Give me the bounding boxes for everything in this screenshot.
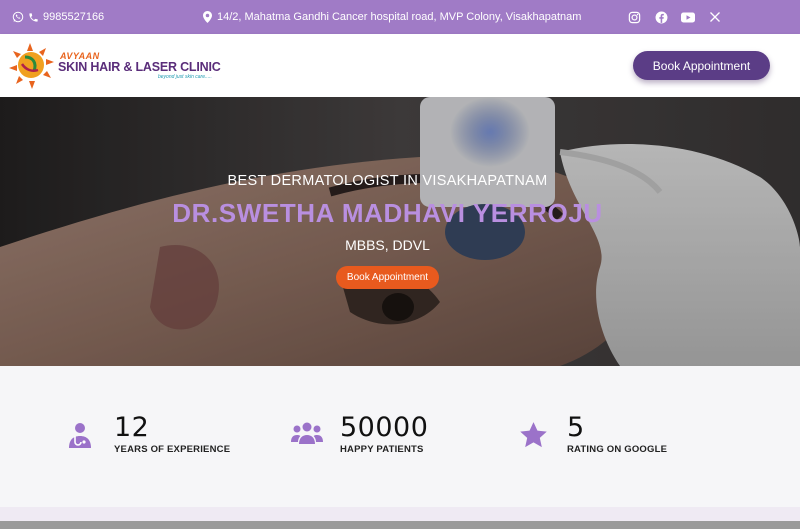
address-text: 14/2, Mahatma Gandhi Cancer hospital roa… xyxy=(217,11,582,23)
phone-contact[interactable]: 9985527166 xyxy=(12,0,104,34)
sun-logo-icon xyxy=(9,43,54,89)
phone-icon xyxy=(28,12,39,23)
stat-label: RATING ON GOOGLE xyxy=(567,444,668,455)
hero-eyebrow: BEST DERMATOLOGIST IN VISAKHAPATNAM xyxy=(227,173,548,189)
doctor-degree: MBBS, DDVL xyxy=(345,237,430,253)
star-icon xyxy=(520,422,547,453)
stat-number: 12 xyxy=(114,412,150,443)
logo-main-text: SKIN HAIR & LASER CLINIC xyxy=(58,60,221,74)
hero-book-appointment-button[interactable]: Book Appointment xyxy=(336,266,439,289)
hero-content: BEST DERMATOLOGIST IN VISAKHAPATNAM DR.S… xyxy=(0,97,800,366)
section-divider xyxy=(0,521,800,529)
stat-number: 5 xyxy=(567,412,585,443)
whatsapp-icon xyxy=(12,11,24,23)
x-icon[interactable] xyxy=(708,10,722,24)
stats-section: 12 YEARS OF EXPERIENCE 50000 HAPPY PATIE… xyxy=(0,366,800,507)
youtube-icon[interactable] xyxy=(681,10,695,24)
users-icon xyxy=(291,422,323,449)
site-header: AVYAAN SKIN HAIR & LASER CLINIC beyond j… xyxy=(0,34,800,97)
top-bar: 9985527166 14/2, Mahatma Gandhi Cancer h… xyxy=(0,0,800,34)
clinic-logo[interactable]: AVYAAN SKIN HAIR & LASER CLINIC beyond j… xyxy=(8,42,223,90)
facebook-icon[interactable] xyxy=(654,10,668,24)
location-pin-icon xyxy=(203,11,212,23)
stat-label: HAPPY PATIENTS xyxy=(340,444,424,455)
social-links xyxy=(627,0,722,34)
book-appointment-button[interactable]: Book Appointment xyxy=(633,51,770,80)
stat-number: 50000 xyxy=(340,412,429,443)
doctor-icon xyxy=(68,422,92,453)
doctor-name: DR.SWETHA MADHAVI YERROJU xyxy=(172,198,603,228)
stat-label: YEARS OF EXPERIENCE xyxy=(114,444,231,455)
hero-banner: BEST DERMATOLOGIST IN VISAKHAPATNAM DR.S… xyxy=(0,97,800,366)
next-section-preview xyxy=(0,507,800,529)
address: 14/2, Mahatma Gandhi Cancer hospital roa… xyxy=(203,0,581,34)
logo-tagline: beyond just skin care..... xyxy=(158,74,212,80)
instagram-icon[interactable] xyxy=(627,10,641,24)
phone-number[interactable]: 9985527166 xyxy=(43,11,104,23)
